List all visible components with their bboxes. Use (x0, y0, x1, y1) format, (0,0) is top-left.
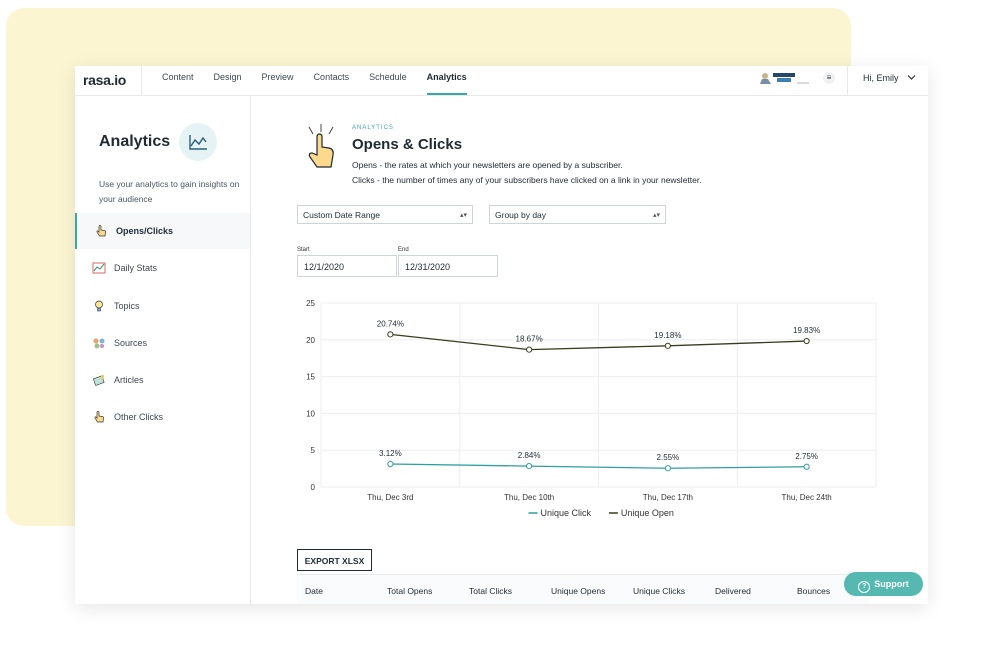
y-tick-label: 20 (306, 336, 315, 345)
data-point (664, 342, 671, 349)
column-header[interactable]: Unique Clicks (633, 586, 685, 596)
data-point (526, 462, 533, 470)
sidebar: Analytics Use your analytics to gain ins… (75, 95, 251, 604)
hand-click-icon (308, 124, 334, 168)
sidebar-item-label: Other Clicks (114, 412, 164, 422)
data-point (526, 346, 533, 353)
sidebar-item-label: Sources (114, 338, 148, 348)
line-chart-icon (92, 262, 106, 274)
data-label: 18.67% (516, 335, 543, 344)
support-button[interactable]: ? Support (844, 572, 923, 596)
nav-design[interactable]: Design (214, 66, 252, 95)
x-tick-label: Thu, Dec 3rd (367, 493, 413, 502)
end-date-input[interactable]: 12/31/2020 (398, 255, 498, 277)
column-header[interactable]: Total Clicks (469, 586, 512, 596)
group-by-select[interactable]: Group by day ▴▾ (489, 205, 666, 224)
sidebar-item-other-clicks[interactable]: Other Clicks (75, 399, 250, 435)
column-header[interactable]: Date (305, 586, 323, 596)
legend-label: Unique Open (621, 508, 674, 518)
sidebar-item-daily-stats[interactable]: Daily Stats (75, 250, 250, 286)
support-label: Support (874, 579, 909, 589)
column-header[interactable]: Total Opens (387, 586, 432, 596)
data-point (664, 465, 671, 472)
nav-schedule[interactable]: Schedule (369, 66, 417, 95)
select-arrows-icon: ▴▾ (652, 212, 660, 219)
hand-pointer-icon (94, 411, 104, 423)
menu-button[interactable]: ≡ (823, 72, 835, 84)
sidebar-item-label: Opens/Clicks (116, 226, 174, 236)
export-xlsx-button[interactable]: EXPORT XLSX (297, 549, 372, 571)
nav-content[interactable]: Content (162, 66, 204, 95)
sidebar-item-articles[interactable]: Articles (75, 362, 250, 398)
sidebar-title: Analytics (99, 133, 171, 150)
x-tick-label: Thu, Dec 10th (504, 493, 554, 502)
x-tick-label: Thu, Dec 17th (643, 493, 693, 502)
end-label: End (398, 247, 409, 253)
page-title: Opens & Clicks (352, 136, 463, 153)
sidebar-description: Use your analytics to gain insights on y… (99, 179, 240, 204)
x-tick-label: Thu, Dec 24th (782, 493, 832, 502)
y-tick-label: 25 (306, 299, 315, 308)
column-header[interactable]: Bounces (797, 586, 830, 596)
select-arrows-icon: ▴▾ (459, 212, 467, 219)
sources-icon (93, 338, 105, 349)
sidebar-item-label: Topics (114, 301, 140, 311)
data-point (387, 460, 394, 468)
help-icon: ? (858, 581, 871, 593)
y-tick-label: 10 (306, 409, 315, 418)
stats-table-header: Date Total Opens Total Clicks Unique Ope… (297, 574, 869, 604)
data-label: 19.18% (654, 331, 681, 340)
clicks-description: Clicks - the number of times any of your… (352, 175, 702, 185)
opens-description: Opens - the rates at which your newslett… (352, 160, 623, 170)
data-point (803, 463, 810, 470)
date-range-select[interactable]: Custom Date Range ▴▾ (297, 205, 473, 224)
sidebar-item-label: Articles (114, 375, 144, 385)
hand-pointer-icon (96, 225, 106, 237)
top-nav-bar: rasa.io Content Design Preview Contacts … (75, 66, 928, 96)
data-label: 2.75% (795, 452, 818, 461)
divider (141, 66, 142, 95)
sidebar-item-sources[interactable]: Sources (75, 325, 250, 361)
group-by-value: Group by day (495, 210, 547, 220)
data-point (803, 337, 810, 345)
column-header[interactable]: Delivered (715, 586, 751, 596)
opens-clicks-chart: 0 5 10 15 20 25 Thu, Dec 3rd Thu, Dec 10th Thu, … (306, 299, 877, 518)
start-date-input[interactable]: 12/1/2020 (297, 255, 397, 277)
app-window: rasa.io Content Design Preview Contacts … (75, 66, 928, 604)
data-label: 2.84% (518, 451, 541, 460)
articles-icon (92, 375, 105, 386)
analytics-chart-icon (179, 123, 217, 161)
y-tick-label: 15 (306, 373, 315, 382)
sidebar-item-label: Daily Stats (114, 263, 158, 273)
sidebar-item-topics[interactable]: Topics (75, 288, 250, 324)
user-menu[interactable]: Hi, Emily (863, 73, 916, 83)
eyebrow-label: ANALYTICS (352, 125, 394, 131)
sidebar-item-opens-clicks[interactable]: Opens/Clicks (75, 213, 250, 249)
nav-contacts[interactable]: Contacts (314, 66, 360, 95)
app-logo[interactable]: rasa.io (83, 72, 126, 88)
data-label: 19.83% (793, 326, 820, 335)
y-tick-label: 0 (311, 483, 316, 492)
column-header[interactable]: Unique Opens (551, 586, 605, 596)
main-nav: Content Design Preview Contacts Schedule… (162, 66, 487, 95)
start-label: Start (297, 247, 310, 253)
chevron-down-icon (907, 75, 916, 80)
data-label: 2.55% (657, 453, 680, 462)
divider (847, 66, 848, 95)
data-label: 20.74% (377, 319, 404, 328)
legend-label: Unique Click (541, 508, 592, 518)
date-range-value: Custom Date Range (303, 210, 381, 220)
data-label: 3.12% (379, 449, 402, 458)
nav-preview[interactable]: Preview (262, 66, 304, 95)
lightbulb-icon (95, 300, 103, 312)
y-tick-label: 5 (311, 446, 316, 455)
data-point (387, 331, 394, 338)
nav-analytics[interactable]: Analytics (426, 66, 477, 95)
newsletter-brand-logo (759, 72, 811, 84)
user-greeting: Hi, Emily (863, 73, 899, 83)
main-content: ANALYTICS Opens & Clicks Opens - the rat… (251, 95, 928, 604)
